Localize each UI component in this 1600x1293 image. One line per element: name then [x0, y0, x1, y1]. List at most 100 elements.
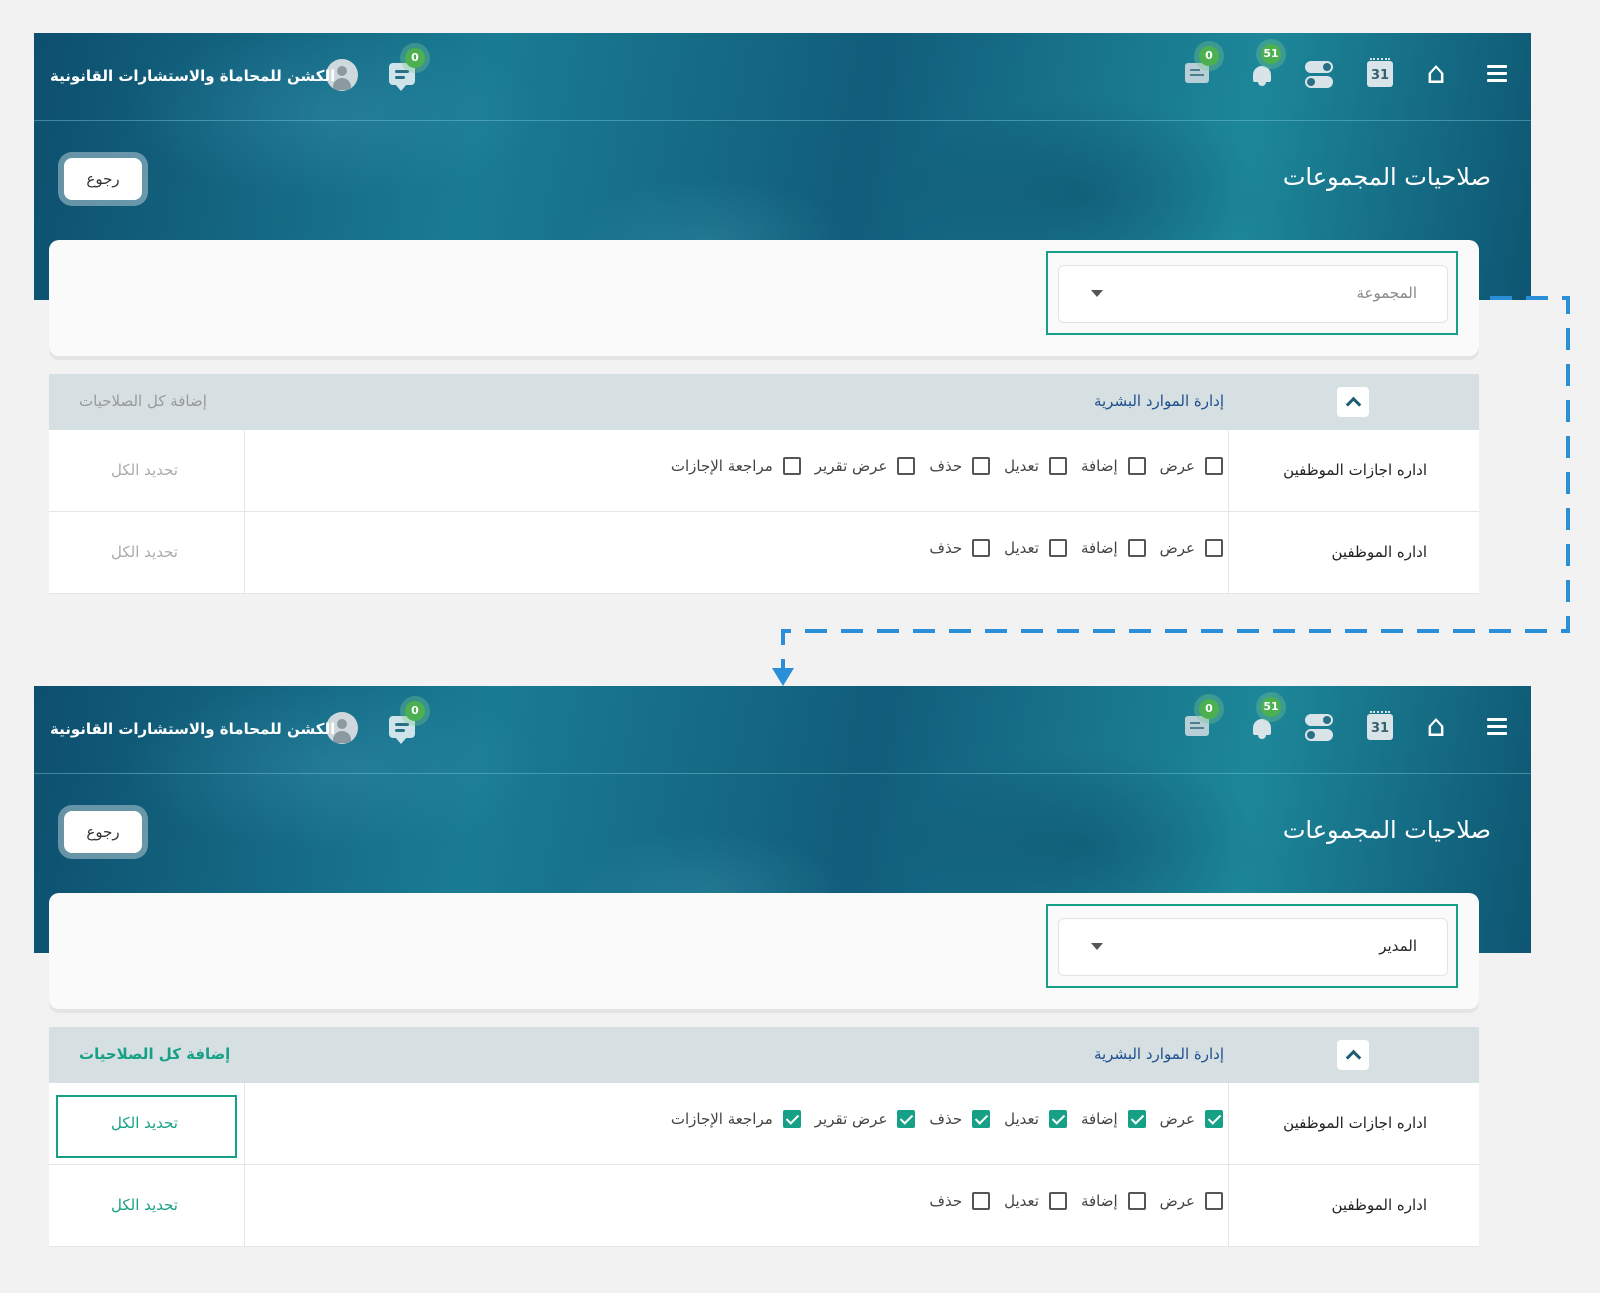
- checkbox-checked[interactable]: [1205, 1110, 1223, 1128]
- messages-badge: 0: [1199, 46, 1219, 66]
- chat-icon[interactable]: 0: [389, 48, 425, 91]
- permission-label: إضافة: [1080, 539, 1118, 557]
- chat-badge: 0: [405, 701, 425, 721]
- row-name: اداره الموظفين: [1331, 1196, 1427, 1214]
- permission-label: مراجعة الإجازات: [670, 457, 773, 475]
- row-name: اداره اجازات الموظفين: [1283, 461, 1427, 479]
- add-all-permissions-link[interactable]: إضافة كل الصلاحيات: [79, 1045, 230, 1063]
- checkbox[interactable]: [897, 457, 916, 475]
- permission-label: حذف: [929, 1110, 963, 1128]
- collapse-button[interactable]: [1337, 387, 1369, 417]
- permissions-table: اداره اجازات الموظفين عرض إضافة تعديل حذ…: [49, 1083, 1479, 1247]
- checkbox[interactable]: [1127, 1192, 1146, 1210]
- back-button[interactable]: رجوع: [64, 158, 142, 200]
- notifications-badge: 51: [1261, 44, 1281, 64]
- group-select[interactable]: المدير: [1058, 918, 1448, 976]
- checkbox[interactable]: [1205, 1192, 1223, 1210]
- menu-icon[interactable]: [1487, 718, 1507, 736]
- select-all-button[interactable]: تحديد الكل: [111, 1114, 178, 1132]
- checkbox-checked[interactable]: [1127, 1110, 1146, 1128]
- group-select-card: المدير: [49, 893, 1479, 1009]
- caret-down-icon: [1091, 943, 1103, 950]
- table-row: اداره الموظفين عرض إضافة تعديل حذف تحديد…: [49, 1165, 1479, 1247]
- add-all-permissions-link[interactable]: إضافة كل الصلاحيات: [79, 392, 207, 410]
- checkbox[interactable]: [972, 457, 991, 475]
- checkbox[interactable]: [1127, 457, 1146, 475]
- message-icon[interactable]: 0: [1185, 699, 1219, 742]
- checkbox[interactable]: [782, 457, 801, 475]
- chat-icon[interactable]: 0: [389, 701, 425, 744]
- permission-label: إضافة: [1080, 457, 1118, 475]
- home-icon[interactable]: ⌂: [1421, 59, 1451, 89]
- calendar-day: 31: [1370, 68, 1390, 83]
- checkbox[interactable]: [972, 1192, 991, 1210]
- calendar-icon[interactable]: 31: [1367, 711, 1393, 740]
- select-all-button[interactable]: تحديد الكل: [111, 543, 178, 561]
- checkbox-checked[interactable]: [1048, 1110, 1067, 1128]
- checkbox-checked[interactable]: [972, 1110, 991, 1128]
- back-button[interactable]: رجوع: [64, 811, 142, 853]
- permission-label: تعديل: [1004, 1110, 1039, 1128]
- permission-label: عرض: [1159, 1110, 1195, 1128]
- permission-list: عرض إضافة تعديل حذف عرض تقرير مراجعة الإ…: [657, 1110, 1223, 1128]
- select-all-button[interactable]: تحديد الكل: [111, 1196, 178, 1214]
- permission-label: مراجعة الإجازات: [670, 1110, 773, 1128]
- table-row: اداره الموظفين عرض إضافة تعديل حذف تحديد…: [49, 512, 1479, 594]
- screen-before: ⌂ 31 51 0 0 الكشن للمحاماة والاستشارات ا…: [34, 33, 1531, 598]
- permission-label: حذف: [929, 539, 963, 557]
- bell-icon[interactable]: 51: [1251, 697, 1281, 740]
- calendar-icon[interactable]: 31: [1367, 58, 1393, 87]
- checkbox-checked[interactable]: [897, 1110, 916, 1128]
- section-header: إدارة الموارد البشرية إضافة كل الصلاحيات: [49, 374, 1479, 430]
- permission-list: عرض إضافة تعديل حذف: [915, 539, 1223, 557]
- checkbox[interactable]: [1205, 539, 1223, 557]
- top-navbar: ⌂ 31 51 0 0 الكشن للمحاماة والاستشارات ا…: [34, 686, 1531, 774]
- top-navbar: ⌂ 31 51 0 0 الكشن للمحاماة والاستشارات ا…: [34, 33, 1531, 121]
- permission-label: عرض: [1159, 1192, 1195, 1210]
- permissions-table: اداره اجازات الموظفين عرض إضافة تعديل حذ…: [49, 430, 1479, 594]
- permission-list: عرض إضافة تعديل حذف: [915, 1192, 1223, 1210]
- menu-icon[interactable]: [1487, 65, 1507, 83]
- table-row: اداره اجازات الموظفين عرض إضافة تعديل حذ…: [49, 1083, 1479, 1165]
- permission-label: عرض: [1159, 457, 1195, 475]
- home-icon[interactable]: ⌂: [1421, 712, 1451, 742]
- permission-label: حذف: [929, 457, 963, 475]
- brand-name: الكشن للمحاماة والاستشارات القانونية: [50, 720, 336, 738]
- checkbox[interactable]: [1127, 539, 1146, 557]
- table-row: اداره اجازات الموظفين عرض إضافة تعديل حذ…: [49, 430, 1479, 512]
- page-title: صلاحيات المجموعات: [1282, 163, 1491, 191]
- row-name: اداره الموظفين: [1331, 543, 1427, 561]
- select-all-button[interactable]: تحديد الكل: [111, 461, 178, 479]
- group-select-value: المدير: [1379, 937, 1417, 955]
- checkbox-checked[interactable]: [782, 1110, 801, 1128]
- checkbox[interactable]: [1048, 539, 1067, 557]
- group-select-card: المجموعة: [49, 240, 1479, 356]
- checkbox[interactable]: [972, 539, 991, 557]
- calendar-day: 31: [1370, 721, 1390, 736]
- checkbox[interactable]: [1205, 457, 1223, 475]
- permission-label: إضافة: [1080, 1192, 1118, 1210]
- collapse-button[interactable]: [1337, 1040, 1369, 1070]
- permission-label: إضافة: [1080, 1110, 1118, 1128]
- section-title: إدارة الموارد البشرية: [1093, 392, 1224, 410]
- bell-icon[interactable]: 51: [1251, 44, 1281, 87]
- permission-label: عرض: [1159, 539, 1195, 557]
- checkbox[interactable]: [1048, 457, 1067, 475]
- permission-label: عرض تقرير: [814, 457, 888, 475]
- page-title: صلاحيات المجموعات: [1282, 816, 1491, 844]
- notifications-badge: 51: [1261, 697, 1281, 717]
- checkbox[interactable]: [1048, 1192, 1067, 1210]
- row-name: اداره اجازات الموظفين: [1283, 1114, 1427, 1132]
- message-icon[interactable]: 0: [1185, 46, 1219, 89]
- caret-down-icon: [1091, 290, 1103, 297]
- section-title: إدارة الموارد البشرية: [1093, 1045, 1224, 1063]
- screen-after: ⌂ 31 51 0 0 الكشن للمحاماة والاستشارات ا…: [34, 686, 1531, 1260]
- toggle-icon[interactable]: [1305, 59, 1333, 91]
- permission-label: حذف: [929, 1192, 963, 1210]
- permission-list: عرض إضافة تعديل حذف عرض تقرير مراجعة الإ…: [657, 457, 1223, 475]
- permission-label: تعديل: [1004, 457, 1039, 475]
- section-header: إدارة الموارد البشرية إضافة كل الصلاحيات: [49, 1027, 1479, 1083]
- group-select[interactable]: المجموعة: [1058, 265, 1448, 323]
- toggle-icon[interactable]: [1305, 712, 1333, 744]
- permission-label: تعديل: [1004, 1192, 1039, 1210]
